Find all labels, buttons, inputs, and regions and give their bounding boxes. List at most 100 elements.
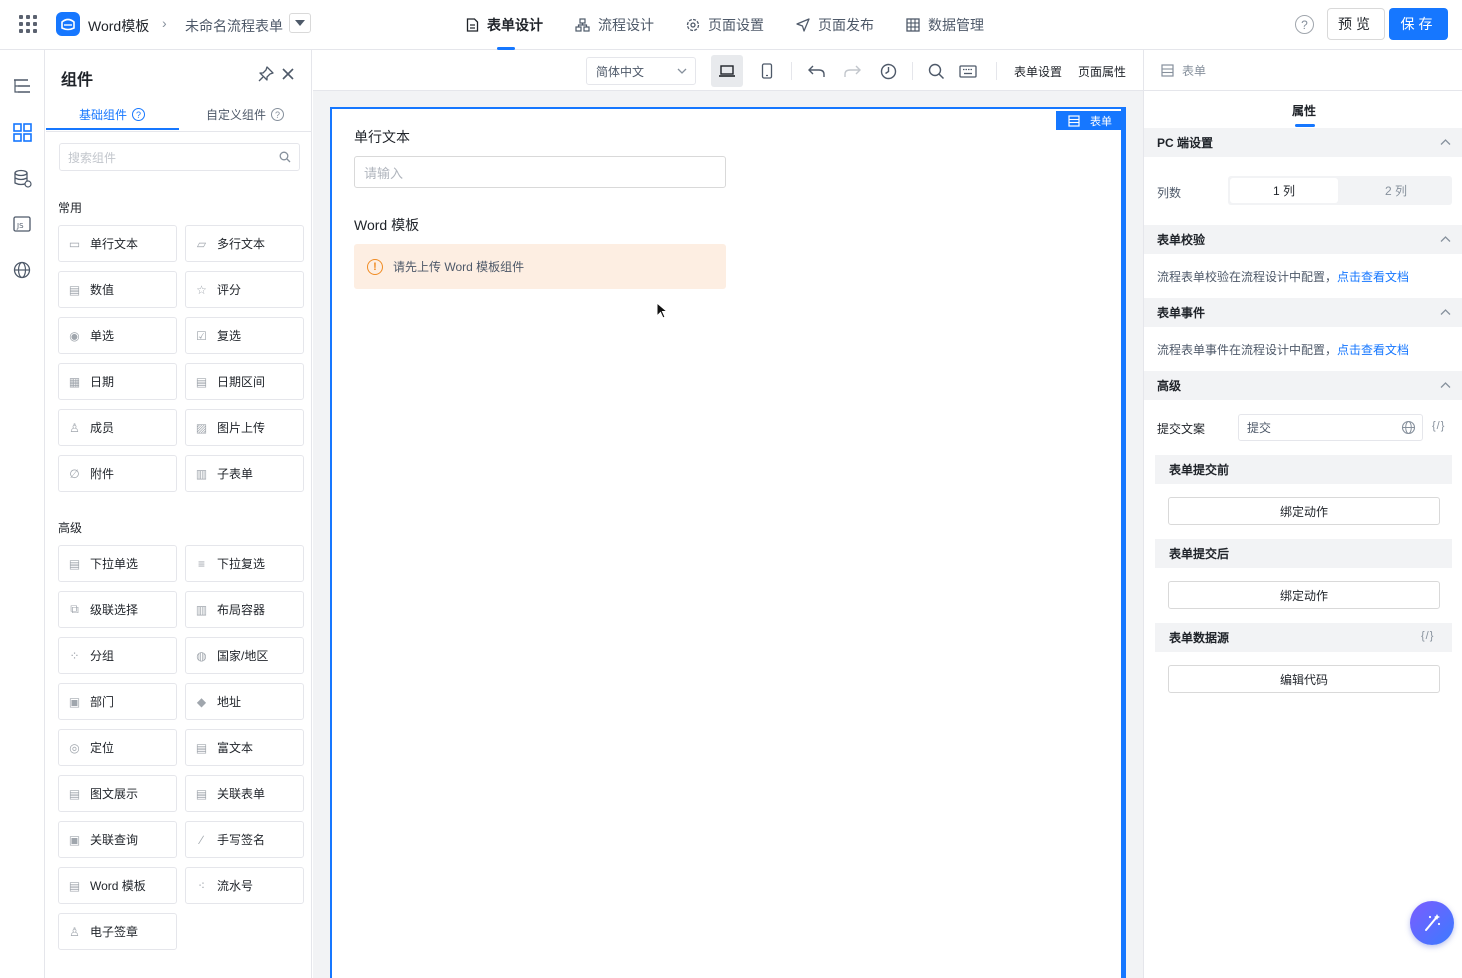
- component-item[interactable]: ◎ 定位: [58, 729, 177, 766]
- component-item[interactable]: ▱ 多行文本: [185, 225, 304, 262]
- before-submit-header: 表单提交前: [1155, 455, 1452, 484]
- tab-basic-components[interactable]: 基础组件?: [79, 106, 146, 123]
- component-item[interactable]: ☆ 评分: [185, 271, 304, 308]
- toolbar-divider: [912, 62, 913, 80]
- single-line-text-label: 单行文本: [354, 129, 410, 145]
- component-item[interactable]: ∅ 附件: [58, 455, 177, 492]
- app-name[interactable]: Word模板: [88, 16, 149, 36]
- undo-button[interactable]: [804, 59, 828, 83]
- component-item[interactable]: ▤ 日期区间: [185, 363, 304, 400]
- pin-icon[interactable]: [258, 66, 274, 82]
- globe-icon[interactable]: [1401, 420, 1416, 435]
- form-settings-button[interactable]: 表单设置: [1014, 63, 1062, 80]
- properties-panel-title: 表单: [1182, 63, 1207, 78]
- desktop-view-button[interactable]: [711, 55, 743, 87]
- component-item[interactable]: ▭ 单行文本: [58, 225, 177, 262]
- form-name[interactable]: 未命名流程表单: [185, 16, 283, 36]
- component-item[interactable]: ♙ 成员: [58, 409, 177, 446]
- tab-page-publish[interactable]: 页面发布: [796, 0, 874, 50]
- search-placeholder: 搜索组件: [68, 150, 117, 165]
- component-item[interactable]: ▤ 下拉单选: [58, 545, 177, 582]
- tab-flow-design[interactable]: 流程设计: [575, 0, 654, 50]
- tab-form-design[interactable]: 表单设计: [466, 0, 543, 50]
- component-item[interactable]: ▣ 关联查询: [58, 821, 177, 858]
- section-advanced[interactable]: 高级: [1144, 371, 1462, 400]
- page-properties-button[interactable]: 页面属性: [1078, 63, 1126, 80]
- language-select[interactable]: 简体中文: [586, 57, 696, 85]
- submit-text-code-icon[interactable]: {/}: [1432, 420, 1445, 432]
- columns-option-1[interactable]: 1 列: [1230, 178, 1338, 203]
- ai-assistant-button[interactable]: [1410, 901, 1454, 945]
- component-item[interactable]: ⧉ 级联选择: [58, 591, 177, 628]
- component-item[interactable]: ☑ 复选: [185, 317, 304, 354]
- component-item[interactable]: ▥ 布局容器: [185, 591, 304, 628]
- component-item[interactable]: ◆ 地址: [185, 683, 304, 720]
- section-form-validation[interactable]: 表单校验: [1144, 225, 1462, 254]
- tab-page-settings[interactable]: 页面设置: [686, 0, 764, 50]
- close-icon[interactable]: [280, 66, 296, 82]
- component-item[interactable]: ≡ 下拉复选: [185, 545, 304, 582]
- outline-tree-icon[interactable]: [11, 75, 33, 97]
- component-label: 国家/地区: [217, 649, 269, 663]
- bind-action-after-submit-button[interactable]: 绑定动作: [1168, 581, 1440, 609]
- app-logo-icon: [56, 12, 80, 36]
- component-item[interactable]: ▤ 富文本: [185, 729, 304, 766]
- component-item[interactable]: ◉ 单选: [58, 317, 177, 354]
- events-description: 流程表单事件在流程设计中配置，点击查看文档: [1157, 341, 1409, 358]
- section-pc-settings[interactable]: PC 端设置: [1144, 128, 1462, 157]
- component-item[interactable]: ▦ 日期: [58, 363, 177, 400]
- submit-text-value: 提交: [1247, 421, 1272, 435]
- tab-custom-components[interactable]: 自定义组件?: [206, 106, 285, 123]
- data-source-icon[interactable]: [11, 167, 33, 189]
- component-item[interactable]: ▤ Word 模板: [58, 867, 177, 904]
- tab-flow-design-label: 流程设计: [598, 17, 654, 33]
- component-item[interactable]: ▣ 部门: [58, 683, 177, 720]
- word-template-warning[interactable]: ! 请先上传 Word 模板组件: [354, 244, 726, 289]
- columns-option-2[interactable]: 2 列: [1342, 178, 1450, 203]
- apps-grid-icon[interactable]: [19, 15, 37, 33]
- search-icon: [279, 151, 291, 163]
- js-code-icon[interactable]: JS: [11, 213, 33, 235]
- form-selection-tag[interactable]: 表单: [1056, 111, 1124, 130]
- globe-icon[interactable]: [11, 259, 33, 281]
- component-item[interactable]: ∕ 手写签名: [185, 821, 304, 858]
- submit-text-input[interactable]: 提交: [1238, 414, 1423, 441]
- form-canvas[interactable]: 表单 单行文本 请输入 Word 模板 ! 请先上传 Word 模板组件: [330, 107, 1126, 978]
- save-button[interactable]: 保存: [1389, 8, 1448, 40]
- datasource-code-icon[interactable]: {/}: [1421, 630, 1434, 642]
- form-dropdown-button[interactable]: [289, 13, 311, 33]
- component-item[interactable]: ▤ 图文展示: [58, 775, 177, 812]
- bind-action-before-submit-button[interactable]: 绑定动作: [1168, 497, 1440, 525]
- redo-button[interactable]: [840, 59, 864, 83]
- preview-button[interactable]: 预览: [1327, 8, 1385, 40]
- component-item[interactable]: ▤ 关联表单: [185, 775, 304, 812]
- section-form-events[interactable]: 表单事件: [1144, 298, 1462, 327]
- search-button[interactable]: [924, 59, 948, 83]
- help-icon[interactable]: ?: [1295, 15, 1314, 34]
- component-item[interactable]: ▤ 数值: [58, 271, 177, 308]
- table-icon: [906, 18, 920, 32]
- single-line-text-input[interactable]: 请输入: [354, 156, 726, 188]
- caret-down-icon: [295, 20, 305, 26]
- validation-doc-link[interactable]: 点击查看文档: [1337, 270, 1409, 284]
- tab-properties[interactable]: 属性: [1292, 102, 1316, 119]
- component-item[interactable]: ▨ 图片上传: [185, 409, 304, 446]
- component-search-input[interactable]: 搜索组件: [59, 143, 300, 171]
- component-item[interactable]: ♙ 电子签章: [58, 913, 177, 950]
- events-doc-link[interactable]: 点击查看文档: [1337, 343, 1409, 357]
- history-button[interactable]: [876, 59, 900, 83]
- events-description-text: 流程表单事件在流程设计中配置，: [1157, 343, 1338, 357]
- component-label: 级联选择: [90, 603, 139, 617]
- component-item[interactable]: ◍ 国家/地区: [185, 637, 304, 674]
- mobile-view-button[interactable]: [755, 59, 779, 83]
- tab-data-management[interactable]: 数据管理: [906, 0, 984, 50]
- keyboard-shortcuts-button[interactable]: [956, 59, 980, 83]
- component-item[interactable]: ⁘ 分组: [58, 637, 177, 674]
- component-item[interactable]: ▥ 子表单: [185, 455, 304, 492]
- components-icon[interactable]: [11, 121, 33, 143]
- edit-code-button[interactable]: 编辑代码: [1168, 665, 1440, 693]
- component-label: 布局容器: [217, 603, 266, 617]
- component-label: 部门: [90, 695, 115, 709]
- component-item[interactable]: ⁖ 流水号: [185, 867, 304, 904]
- canvas-scrollbar[interactable]: [1121, 109, 1124, 978]
